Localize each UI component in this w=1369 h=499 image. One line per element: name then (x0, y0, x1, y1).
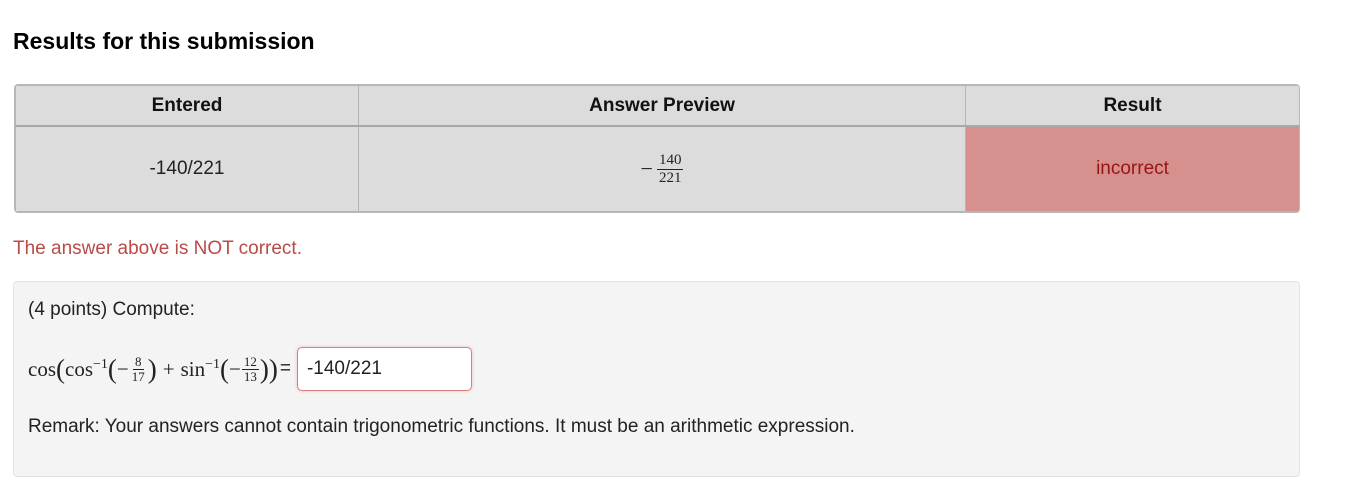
math-fraction-2-denominator: 13 (243, 368, 257, 384)
math-inv-exponent-2: −1 (205, 357, 221, 372)
math-paren-close-2: ) (259, 353, 269, 384)
problem-expression: cos ( cos −1 ( − 8 17 ) + sin −1 ( − 12 … (28, 346, 472, 392)
math-arcsin: sin (180, 356, 206, 381)
math-fraction-1: 8 17 (130, 353, 147, 384)
preview-numerator: 140 (656, 151, 684, 170)
math-minus-1: − (116, 356, 129, 381)
math-paren-close-outer: ) (268, 353, 278, 384)
math-fraction-1-numerator: 8 (133, 353, 144, 370)
math-equals: = (279, 358, 291, 379)
preview-sign: − (640, 156, 653, 181)
math-cos: cos (28, 356, 56, 381)
math-arccos: cos (65, 356, 93, 381)
math-fraction-1-denominator: 17 (131, 368, 145, 384)
results-table: Entered Answer Preview Result -140/221 −… (14, 84, 1300, 213)
preview-fraction: − 140 221 (641, 152, 684, 187)
problem-intro: (4 points) Compute: (28, 299, 195, 320)
answer-preview-cell: − 140 221 (358, 125, 966, 212)
math-paren-open-2: ( (220, 353, 230, 384)
math-minus-2: − (229, 356, 241, 381)
entered-cell: -140/221 (15, 125, 359, 212)
math-fraction-2: 12 13 (241, 353, 259, 384)
problem-remark: Remark: Your answers cannot contain trig… (28, 416, 855, 437)
status-message: The answer above is NOT correct. (13, 238, 302, 259)
header-answer-preview: Answer Preview (358, 85, 966, 127)
header-entered: Entered (15, 85, 359, 127)
problem-panel: (4 points) Compute: cos ( cos −1 ( − 8 1… (13, 281, 1300, 477)
header-result: Result (965, 85, 1299, 127)
math-inv-exponent-1: −1 (93, 357, 108, 372)
math-paren-open-1: ( (107, 353, 117, 384)
math-fraction-2-numerator: 12 (241, 353, 259, 370)
preview-denominator: 221 (658, 169, 682, 186)
result-cell: incorrect (965, 125, 1299, 212)
results-header-row: Entered Answer Preview Result (15, 85, 1299, 127)
answer-input[interactable] (296, 347, 472, 391)
page-heading: Results for this submission (13, 28, 315, 54)
math-paren-close-1: ) (147, 353, 157, 384)
math-plus: + (162, 356, 175, 381)
results-row: -140/221 − 140 221 incorrect (15, 125, 1299, 212)
math-paren-open-outer: ( (56, 353, 65, 384)
